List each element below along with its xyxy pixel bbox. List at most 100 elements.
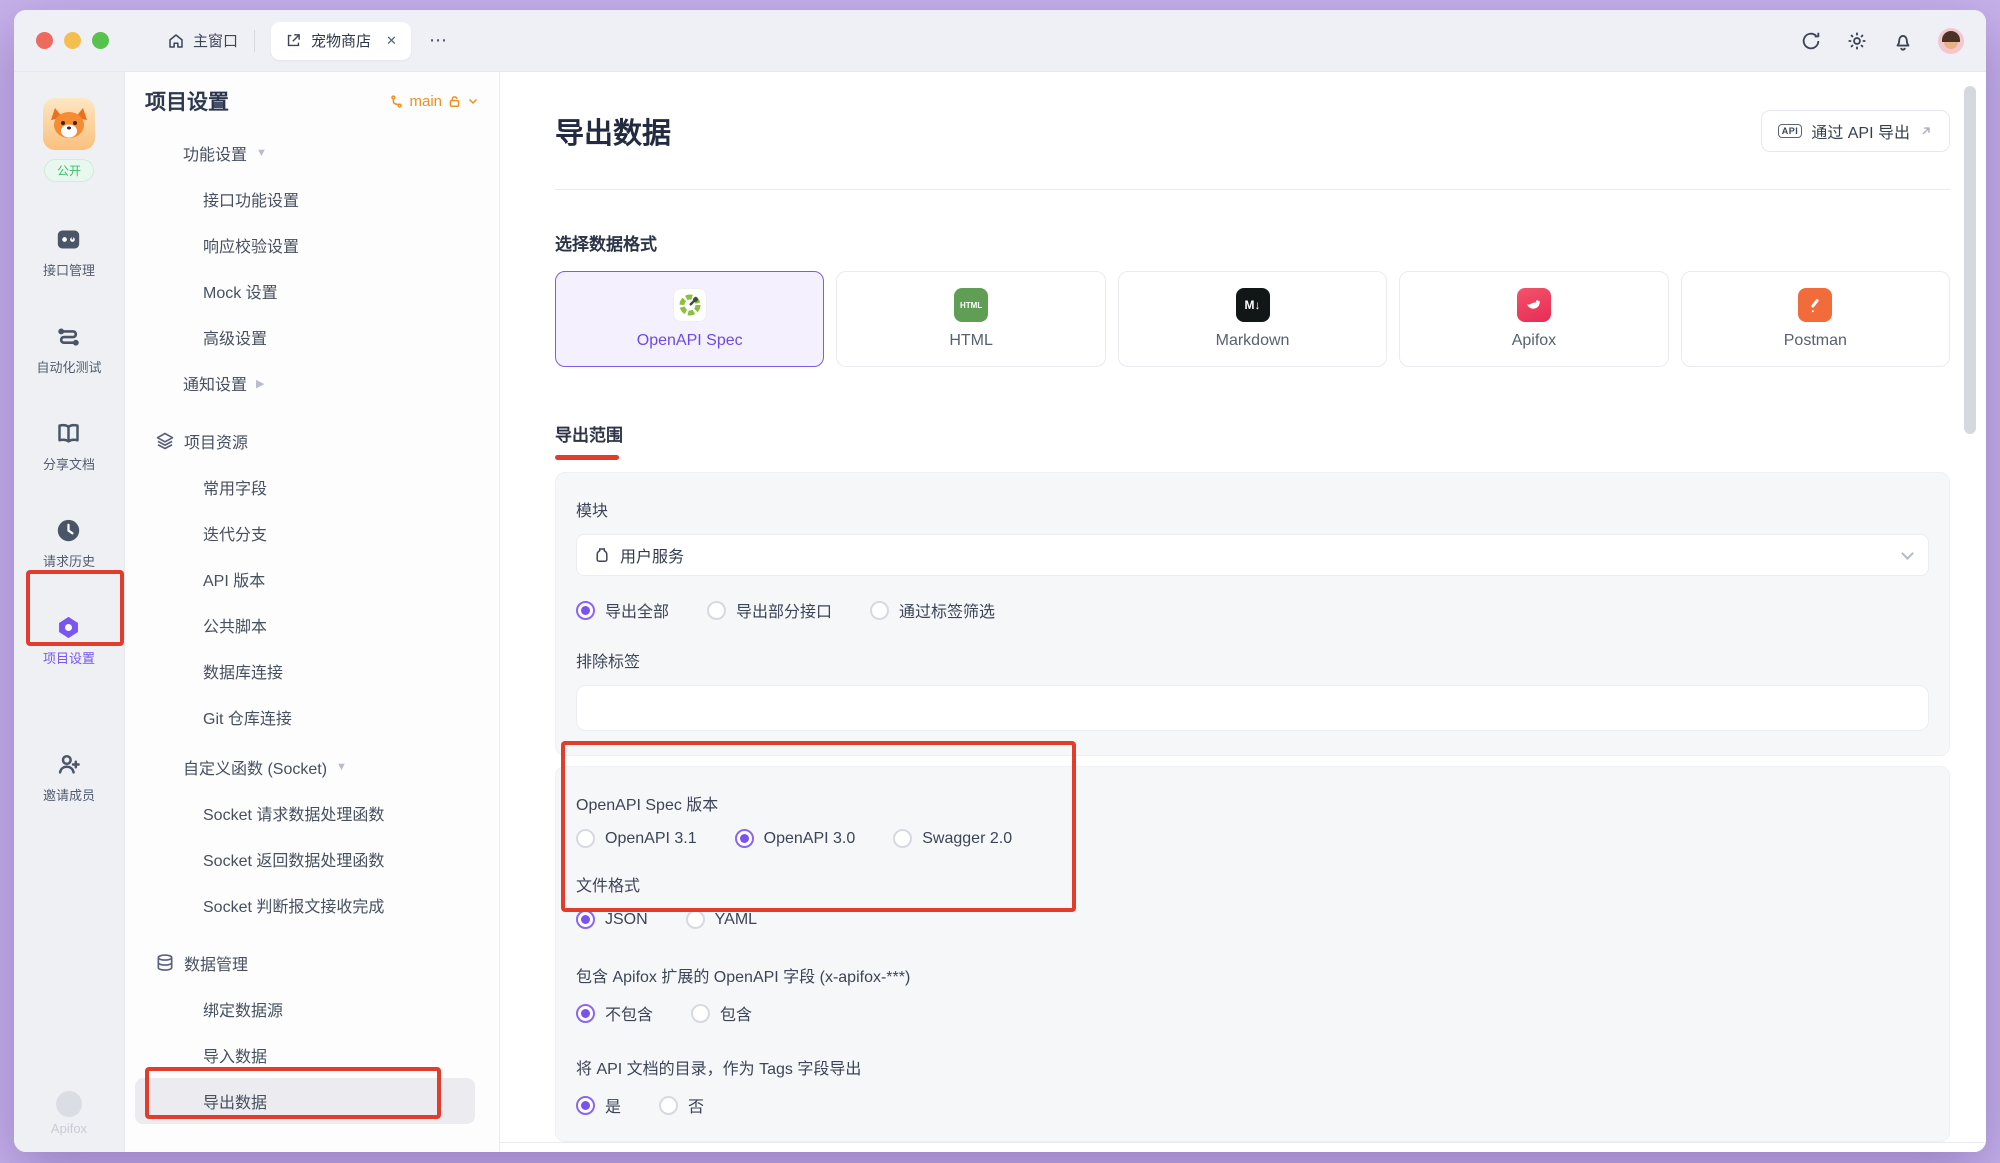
rail-item-automation-test[interactable]: 自动化测试 xyxy=(36,323,101,376)
rail-item-project-settings[interactable]: 项目设置 xyxy=(43,614,95,667)
minimize-window-button[interactable] xyxy=(64,32,81,49)
tree-label: 常用字段 xyxy=(203,475,267,499)
caret-down-icon: ▼ xyxy=(336,761,347,773)
rail-item-label: 邀请成员 xyxy=(43,785,95,804)
apifox-extension-radio-group: 不包含 包含 xyxy=(576,1001,1929,1025)
public-badge: 公开 xyxy=(44,159,94,182)
format-card-html[interactable]: HTML HTML xyxy=(836,271,1105,367)
sidebar-item-custom-functions-socket[interactable]: 自定义函数 (Socket) ▼ xyxy=(135,744,475,790)
main-scrollbar[interactable] xyxy=(1964,86,1976,434)
radio-include-extension[interactable]: 包含 xyxy=(691,1001,752,1025)
apifox-extension-label: 包含 Apifox 扩展的 OpenAPI 字段 (x-apifox-***) xyxy=(576,963,1929,987)
radio-label: Swagger 2.0 xyxy=(922,830,1012,848)
chevron-down-icon xyxy=(467,95,479,107)
module-select[interactable]: 用户服务 xyxy=(576,534,1929,576)
rail-item-api-management[interactable]: 接口管理 xyxy=(43,226,95,279)
radio-openapi-30[interactable]: OpenAPI 3.0 xyxy=(735,829,856,848)
sidebar-item-feature-settings[interactable]: 功能设置▼ xyxy=(135,130,475,176)
sidebar-item-response-validation-settings[interactable]: 响应校验设置 xyxy=(135,222,475,268)
status-bar: 在线 系统代理 Cookie 管理 回收站 xyxy=(500,1142,1986,1152)
tree-label: 导出数据 xyxy=(203,1089,267,1113)
radio-circle xyxy=(686,910,705,929)
radio-export-partial[interactable]: 导出部分接口 xyxy=(707,598,832,622)
rail-item-invite-member[interactable]: 邀请成员 xyxy=(43,751,95,804)
sidebar-item-socket-response-handler[interactable]: Socket 返回数据处理函数 xyxy=(135,836,475,882)
radio-label: OpenAPI 3.1 xyxy=(605,830,697,848)
format-card-openapi-spec[interactable]: OpenAPI Spec xyxy=(555,271,824,367)
format-card-label: Apifox xyxy=(1512,332,1556,350)
rail-item-request-history[interactable]: 请求历史 xyxy=(43,517,95,570)
tree-label: 绑定数据源 xyxy=(203,997,283,1021)
sidebar-item-import-data[interactable]: 导入数据 xyxy=(135,1032,475,1078)
titlebar: 主窗口 宠物商店 ✕ ⋯ xyxy=(14,10,1986,72)
close-window-button[interactable] xyxy=(36,32,53,49)
share-docs-icon xyxy=(55,420,82,447)
radio-circle xyxy=(576,910,595,929)
sidebar-item-api-versions[interactable]: API 版本 xyxy=(135,556,475,602)
user-avatar[interactable] xyxy=(1938,28,1964,54)
zoom-window-button[interactable] xyxy=(92,32,109,49)
format-card-postman[interactable]: Postman xyxy=(1681,271,1950,367)
rail-item-share-docs[interactable]: 分享文档 xyxy=(43,420,95,473)
radio-label: 导出全部 xyxy=(605,598,669,622)
sidebar-item-database-connections[interactable]: 数据库连接 xyxy=(135,648,475,694)
module-select-value: 用户服务 xyxy=(620,543,684,567)
sidebar-item-mock-settings[interactable]: Mock 设置 xyxy=(135,268,475,314)
radio-exclude-extension[interactable]: 不包含 xyxy=(576,1001,653,1025)
sidebar-item-notification-settings[interactable]: 通知设置▶ xyxy=(135,360,475,406)
sidebar-item-bind-datasource[interactable]: 绑定数据源 xyxy=(135,986,475,1032)
project-logo[interactable] xyxy=(43,98,95,150)
sidebar-item-git-repo-connection[interactable]: Git 仓库连接 xyxy=(135,694,475,740)
sidebar-item-export-data[interactable]: 导出数据 xyxy=(135,1078,475,1124)
radio-tags-no[interactable]: 否 xyxy=(659,1093,704,1117)
radio-json[interactable]: JSON xyxy=(576,910,648,929)
tree-label: 自定义函数 (Socket) xyxy=(183,755,327,779)
branch-icon xyxy=(389,94,404,109)
radio-swagger-20[interactable]: Swagger 2.0 xyxy=(893,829,1012,848)
radio-label: 否 xyxy=(688,1093,704,1117)
tree-label: 接口功能设置 xyxy=(203,187,299,211)
export-via-api-button[interactable]: API 通过 API 导出 xyxy=(1761,110,1950,152)
refresh-icon[interactable] xyxy=(1800,30,1822,52)
fox-logo-icon xyxy=(43,98,95,150)
openapi-logo xyxy=(673,288,707,322)
export-via-api-label: 通过 API 导出 xyxy=(1811,119,1910,143)
tab-home[interactable]: 主窗口 xyxy=(167,30,238,51)
apifox-footer-logo xyxy=(56,1091,82,1117)
markdown-logo: M↓ xyxy=(1236,288,1270,322)
settings-gear-icon[interactable] xyxy=(1846,30,1868,52)
caret-down-icon: ▼ xyxy=(256,147,267,159)
radio-openapi-31[interactable]: OpenAPI 3.1 xyxy=(576,829,697,848)
radio-tags-yes[interactable]: 是 xyxy=(576,1093,621,1117)
radio-yaml[interactable]: YAML xyxy=(686,910,757,929)
more-tabs-button[interactable]: ⋯ xyxy=(429,30,449,51)
tree-label: Git 仓库连接 xyxy=(203,705,292,729)
sidebar-item-advanced-settings[interactable]: 高级设置 xyxy=(135,314,475,360)
sidebar-item-iteration-branches[interactable]: 迭代分支 xyxy=(135,510,475,556)
tab-close-icon[interactable]: ✕ xyxy=(386,33,397,49)
tab-pet-store[interactable]: 宠物商店 ✕ xyxy=(271,22,411,60)
sidebar-item-public-scripts[interactable]: 公共脚本 xyxy=(135,602,475,648)
radio-circle xyxy=(893,829,912,848)
sidebar-item-project-resources[interactable]: 项目资源 xyxy=(135,418,475,464)
sidebar-item-data-management[interactable]: 数据管理 xyxy=(135,940,475,986)
sidebar-item-common-fields[interactable]: 常用字段 xyxy=(135,464,475,510)
sidebar-item-api-feature-settings[interactable]: 接口功能设置 xyxy=(135,176,475,222)
format-cards: OpenAPI Spec HTML HTML M↓ Markdown xyxy=(555,271,1950,367)
format-section-label: 选择数据格式 xyxy=(555,230,1950,255)
radio-filter-by-tags[interactable]: 通过标签筛选 xyxy=(870,598,995,622)
exclude-tags-label: 排除标签 xyxy=(576,648,1929,672)
apifox-footer-label: Apifox xyxy=(51,1121,87,1136)
format-card-label: Markdown xyxy=(1216,332,1290,350)
invite-member-icon xyxy=(55,751,82,778)
sidebar-item-socket-request-handler[interactable]: Socket 请求数据处理函数 xyxy=(135,790,475,836)
exclude-tags-input[interactable] xyxy=(576,685,1929,731)
radio-export-all[interactable]: 导出全部 xyxy=(576,598,669,622)
sidebar-item-socket-packet-complete[interactable]: Socket 判断报文接收完成 xyxy=(135,882,475,928)
branch-selector[interactable]: main xyxy=(389,93,479,110)
rail-item-label: 接口管理 xyxy=(43,260,95,279)
format-card-apifox[interactable]: Apifox xyxy=(1399,271,1668,367)
notifications-bell-icon[interactable] xyxy=(1892,30,1914,52)
format-card-markdown[interactable]: M↓ Markdown xyxy=(1118,271,1387,367)
radio-label: 通过标签筛选 xyxy=(899,598,995,622)
